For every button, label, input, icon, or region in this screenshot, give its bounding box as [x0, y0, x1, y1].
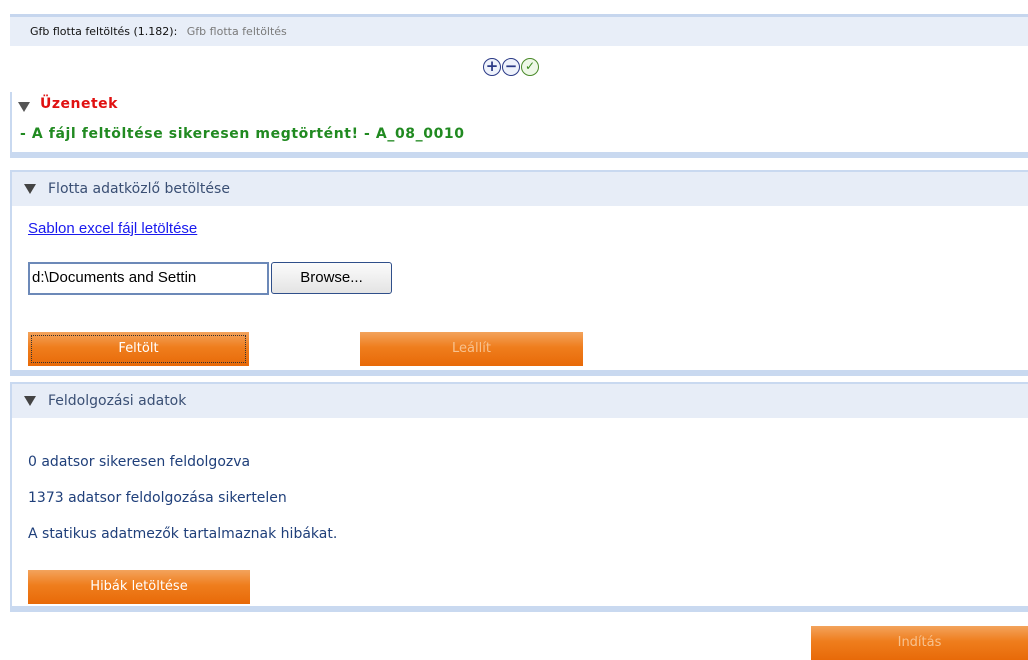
start-button[interactable]: Indítás [811, 626, 1028, 660]
stop-button[interactable]: Leállít [360, 332, 583, 366]
collapse-triangle-icon[interactable] [24, 396, 36, 406]
processing-panel-header[interactable]: Feldolgozási adatok [12, 384, 1028, 418]
panel-divider [12, 152, 1028, 156]
panel-divider [12, 370, 1028, 374]
upload-panel-header[interactable]: Flotta adatközlő betöltése [12, 172, 1028, 206]
messages-panel: Üzenetek - A fájl feltöltése sikeresen m… [10, 92, 1028, 158]
upload-panel-title: Flotta adatközlő betöltése [48, 181, 230, 197]
collapse-all-icon[interactable]: − [502, 58, 520, 76]
processing-panel: Feldolgozási adatok 0 adatsor sikeresen … [10, 382, 1028, 612]
download-errors-button[interactable]: Hibák letöltése [28, 570, 250, 604]
panel-divider [12, 606, 1028, 610]
upload-panel: Flotta adatközlő betöltése Sablon excel … [10, 170, 1028, 376]
success-message: - A fájl feltöltése sikeresen megtörtént… [20, 126, 465, 142]
expand-all-icon[interactable]: + [483, 58, 501, 76]
file-path-input[interactable]: d:\Documents and Settin [28, 262, 269, 295]
breadcrumb: Gfb flotta feltöltés (1.182): Gfb flotta… [10, 14, 1028, 46]
breadcrumb-main: Gfb flotta feltöltés (1.182): [30, 25, 178, 38]
messages-title: Üzenetek [40, 96, 118, 112]
confirm-icon[interactable]: ✓ [521, 58, 539, 76]
panel-controls: + − ✓ [483, 58, 539, 80]
browse-button[interactable]: Browse... [271, 262, 392, 294]
success-count-text: 0 adatsor sikeresen feldolgozva [28, 454, 251, 470]
failure-count-text: 1373 adatsor feldolgozása sikertelen [28, 490, 287, 506]
collapse-triangle-icon[interactable] [24, 184, 36, 194]
template-download-link[interactable]: Sablon excel fájl letöltése [28, 220, 197, 237]
collapse-triangle-icon[interactable] [18, 102, 30, 112]
processing-panel-title: Feldolgozási adatok [48, 393, 187, 409]
upload-button[interactable]: Feltölt [28, 332, 249, 366]
breadcrumb-current: Gfb flotta feltöltés [186, 25, 287, 38]
error-notice-text: A statikus adatmezők tartalmaznak hibáka… [28, 526, 338, 542]
